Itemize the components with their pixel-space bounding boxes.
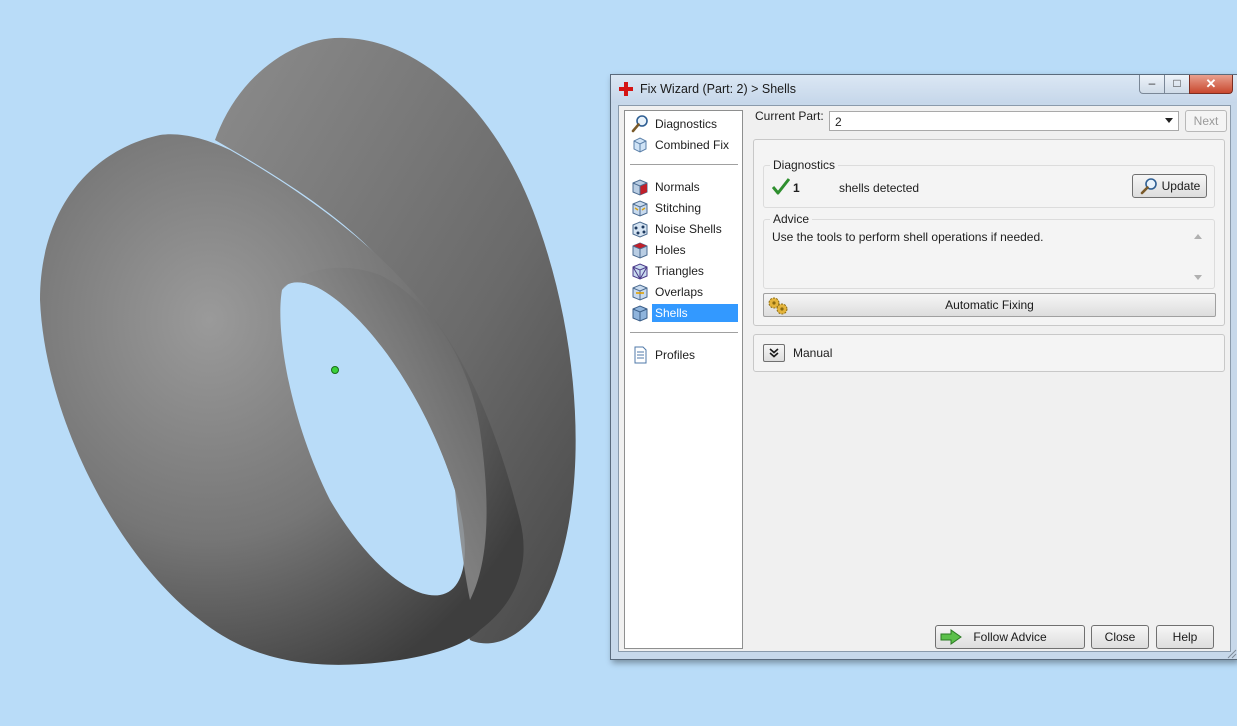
shells-cube-icon: [632, 305, 648, 322]
nav-label: Triangles: [655, 264, 704, 278]
maximize-icon: □: [1173, 76, 1181, 90]
automatic-fixing-label: Automatic Fixing: [945, 298, 1034, 312]
automatic-fixing-button[interactable]: Automatic Fixing: [763, 293, 1216, 317]
window-title: Fix Wizard (Part: 2) > Shells: [640, 82, 796, 96]
resize-grip-icon[interactable]: [1225, 647, 1237, 659]
wizard-nav-list: Diagnostics Combined Fix Normals Stitchi…: [624, 110, 743, 649]
minimize-button[interactable]: –: [1139, 75, 1165, 94]
follow-advice-button[interactable]: Follow Advice: [935, 625, 1085, 649]
follow-advice-label: Follow Advice: [973, 630, 1047, 644]
current-part-value: 2: [835, 115, 842, 129]
nav-item-holes[interactable]: Holes: [630, 240, 740, 260]
green-arrow-icon: [940, 629, 962, 645]
nav-item-shells[interactable]: Shells: [630, 303, 740, 323]
title-bar[interactable]: Fix Wizard (Part: 2) > Shells – □ ✕: [611, 75, 1237, 103]
current-part-select[interactable]: 2: [829, 111, 1179, 131]
nav-label: Diagnostics: [655, 117, 718, 131]
help-button[interactable]: Help: [1156, 625, 1214, 649]
nav-item-noise-shells[interactable]: Noise Shells: [630, 219, 740, 239]
nav-item-stitching[interactable]: Stitching: [630, 198, 740, 218]
update-label: Update: [1161, 179, 1201, 193]
nav-label: Shells: [652, 304, 738, 322]
current-part-label: Current Part:: [755, 109, 824, 123]
chevron-down-icon: [1165, 118, 1173, 123]
nav-item-diagnostics[interactable]: Diagnostics: [630, 114, 740, 134]
nav-item-overlaps[interactable]: Overlaps: [630, 282, 740, 302]
fix-wizard-window: Fix Wizard (Part: 2) > Shells – □ ✕ Diag…: [610, 74, 1237, 660]
close-window-button[interactable]: ✕: [1189, 75, 1233, 94]
double-chevron-down-icon: [769, 348, 779, 358]
advice-title: Advice: [770, 212, 813, 226]
advice-text: Use the tools to perform shell operation…: [772, 230, 1044, 244]
checkmark-icon: [772, 178, 790, 195]
update-button[interactable]: Update: [1132, 174, 1207, 198]
advice-group: Advice Use the tools to perform shell op…: [763, 212, 1215, 289]
nav-label: Holes: [655, 243, 686, 257]
nav-item-profiles[interactable]: Profiles: [630, 345, 740, 365]
nav-label: Combined Fix: [655, 138, 730, 152]
ring-model[interactable]: [0, 0, 605, 726]
manual-panel[interactable]: Manual: [753, 334, 1225, 372]
shells-detected-text: shells detected: [839, 181, 920, 195]
red-cross-icon: [619, 82, 633, 96]
magnifier-icon: [631, 115, 648, 133]
nav-item-triangles[interactable]: Triangles: [630, 261, 740, 281]
gears-icon: [768, 297, 788, 315]
nav-label: Profiles: [655, 348, 696, 362]
close-icon: ✕: [1205, 76, 1217, 91]
diagnostics-group: Diagnostics 1 shells detected Update: [763, 158, 1215, 208]
diagnostics-title: Diagnostics: [770, 158, 839, 172]
shells-panel: Diagnostics 1 shells detected Update Adv…: [753, 139, 1225, 326]
document-icon: [634, 346, 647, 364]
overlaps-cube-icon: [632, 284, 648, 301]
maximize-button[interactable]: □: [1164, 75, 1190, 94]
nav-item-combined-fix[interactable]: Combined Fix: [630, 135, 740, 155]
triangles-cube-icon: [632, 263, 648, 280]
nav-label: Noise Shells: [655, 222, 722, 236]
scroll-down-icon[interactable]: [1194, 275, 1202, 280]
close-button[interactable]: Close: [1091, 625, 1149, 649]
noise-shells-icon: [632, 221, 648, 238]
normals-cube-icon: [632, 179, 648, 196]
next-button[interactable]: Next: [1185, 110, 1227, 132]
3d-viewport[interactable]: [0, 0, 605, 726]
expand-manual-button[interactable]: [763, 344, 785, 362]
nav-separator: [630, 332, 738, 333]
nav-label: Stitching: [655, 201, 702, 215]
holes-cube-icon: [632, 242, 648, 259]
magnifier-icon: [1140, 178, 1157, 195]
scroll-up-icon[interactable]: [1194, 234, 1202, 239]
nav-item-normals[interactable]: Normals: [630, 177, 740, 197]
nav-separator: [630, 164, 738, 165]
shell-count: 1: [793, 181, 800, 195]
nav-label: Overlaps: [655, 285, 704, 299]
cube-icon: [633, 137, 647, 153]
dialog-client-area: Diagnostics Combined Fix Normals Stitchi…: [618, 105, 1231, 652]
nav-label: Normals: [655, 180, 700, 194]
manual-label: Manual: [793, 346, 833, 360]
minimize-icon: –: [1148, 76, 1156, 90]
advice-scrollbar[interactable]: [1192, 234, 1204, 280]
stitching-cube-icon: [632, 200, 648, 217]
